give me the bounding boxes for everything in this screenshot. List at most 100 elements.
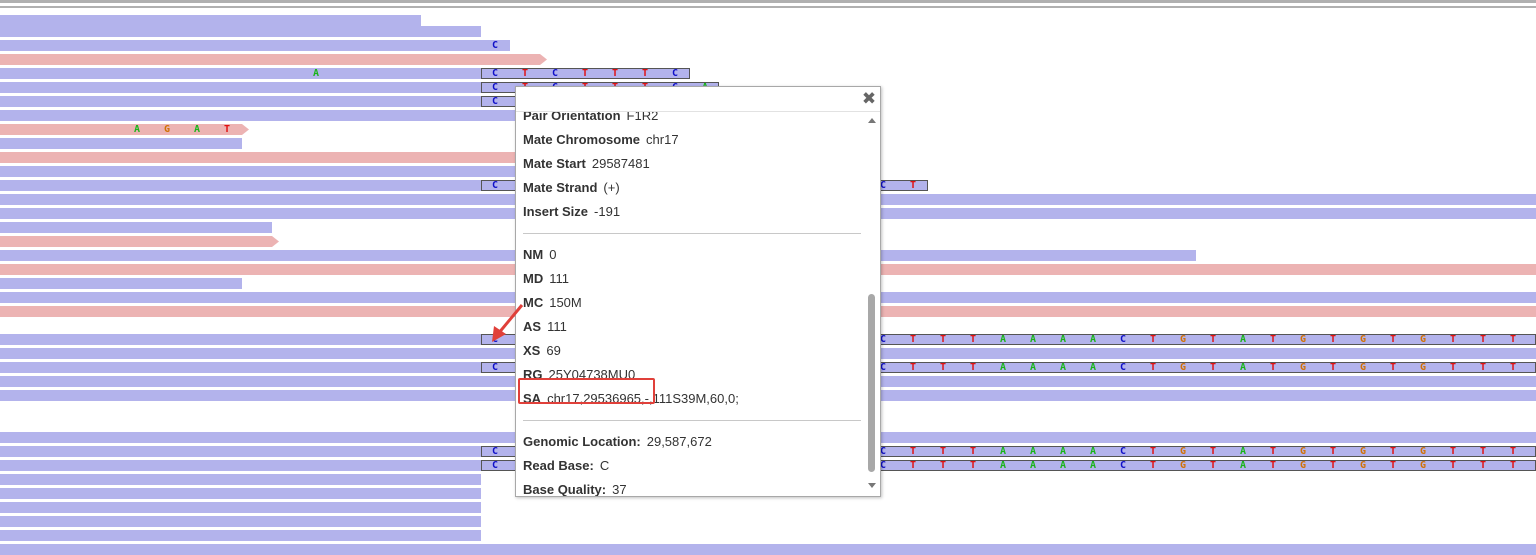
base-letter: A [999,446,1007,457]
read-bar[interactable] [0,68,481,79]
scrollbar-thumb[interactable] [868,294,875,472]
read-bar[interactable] [0,110,516,121]
read-bar[interactable] [0,488,481,499]
base-letter: T [909,334,917,345]
base-letter: T [1509,334,1517,345]
base-letter: T [1149,446,1157,457]
field-value: 111 [547,319,567,334]
field-row: Mate Strand (+) [523,176,862,200]
field-label: Read Base: [523,458,594,473]
field-value: F1R2 [626,112,659,123]
field-row: Insert Size -191 [523,200,862,224]
read-bar[interactable] [0,96,481,107]
read-bar[interactable] [0,26,481,37]
base-letter: T [1149,362,1157,373]
read-details-popup[interactable]: ✖ Pair Orientation F1R2 Mate Chromosome chr… [515,86,881,497]
base-letter: C [491,40,499,51]
base-letter: G [1359,460,1367,471]
base-letter: C [491,82,499,93]
close-x-icon[interactable]: ✖ [861,91,877,108]
base-letter: T [909,180,917,191]
section-divider [523,233,861,234]
read-bar-forward[interactable] [0,236,279,247]
base-letter: T [1389,334,1397,345]
base-letter: T [939,460,947,471]
field-row: NM 0 [523,243,862,267]
field-row: XS 69 [523,339,862,363]
base-letter: T [939,334,947,345]
base-letter: T [939,362,947,373]
base-letter: T [1209,334,1217,345]
field-row: Genomic Location: 29,587,672 [523,430,862,454]
read-bar-forward[interactable] [0,152,516,163]
base-letter: A [1029,334,1037,345]
read-bar[interactable] [0,166,516,177]
field-label: Insert Size [523,204,589,219]
base-letter: A [1089,362,1097,373]
base-letter: A [1239,460,1247,471]
read-bar[interactable] [0,278,242,289]
popup-scrollbar[interactable] [865,112,879,496]
base-letter: C [491,68,499,79]
scroll-up-arrow-icon[interactable] [868,118,876,123]
read-bar[interactable] [0,446,481,457]
base-letter: A [1059,460,1067,471]
read-bar[interactable] [0,474,481,485]
scroll-down-arrow-icon[interactable] [868,483,876,488]
base-letter: G [1179,446,1187,457]
field-label: Mate Strand [523,180,598,195]
base-letter: T [1449,460,1457,471]
read-bar[interactable] [0,82,481,93]
base-letter: C [491,460,499,471]
base-letter: A [312,68,320,79]
base-letter: C [491,180,499,191]
read-bar[interactable] [0,460,481,471]
read-bar[interactable] [0,544,1536,555]
read-bar-forward[interactable] [0,54,547,65]
base-letter: C [1119,362,1127,373]
base-letter: G [1179,334,1187,345]
read-bar[interactable] [0,138,242,149]
read-bar[interactable] [0,502,481,513]
section-divider [523,420,861,421]
read-bar[interactable] [0,334,481,345]
base-letter: A [1059,334,1067,345]
base-letter: A [1059,362,1067,373]
base-letter: T [1329,460,1337,471]
base-letter: T [1149,460,1157,471]
base-letter: T [1509,362,1517,373]
base-letter: T [1329,362,1337,373]
base-letter: G [1179,362,1187,373]
base-letter: T [969,362,977,373]
base-letter: T [1149,334,1157,345]
field-row: MC 150M [523,291,862,315]
base-letter: A [1239,446,1247,457]
base-letter: C [1119,446,1127,457]
base-letter: C [491,362,499,373]
read-bar[interactable] [0,516,481,527]
base-letter: G [1299,362,1307,373]
field-row: Base Quality: 37 [523,478,862,496]
read-bar[interactable] [0,40,510,51]
base-letter: G [1359,446,1367,457]
read-bar[interactable] [0,362,481,373]
read-bar-forward[interactable] [0,124,123,135]
read-bar[interactable] [0,530,481,541]
field-label: MD [523,271,544,286]
red-arrow-icon [492,304,524,342]
base-letter: A [1029,362,1037,373]
base-letter: T [1479,460,1487,471]
base-letter: T [1449,446,1457,457]
field-label: Pair Orientation [523,112,621,123]
popup-content[interactable]: Pair Orientation F1R2 Mate Chromosome chr17… [516,112,862,496]
read-bar[interactable] [0,222,272,233]
read-bar[interactable] [0,180,481,191]
base-letter: T [909,446,917,457]
base-letter: C [491,446,499,457]
popup-header: ✖ [516,87,880,112]
base-letter: T [1479,362,1487,373]
field-value: C [599,458,610,473]
base-letter: A [1089,446,1097,457]
field-label: Genomic Location: [523,434,641,449]
read-bar[interactable] [0,15,421,26]
